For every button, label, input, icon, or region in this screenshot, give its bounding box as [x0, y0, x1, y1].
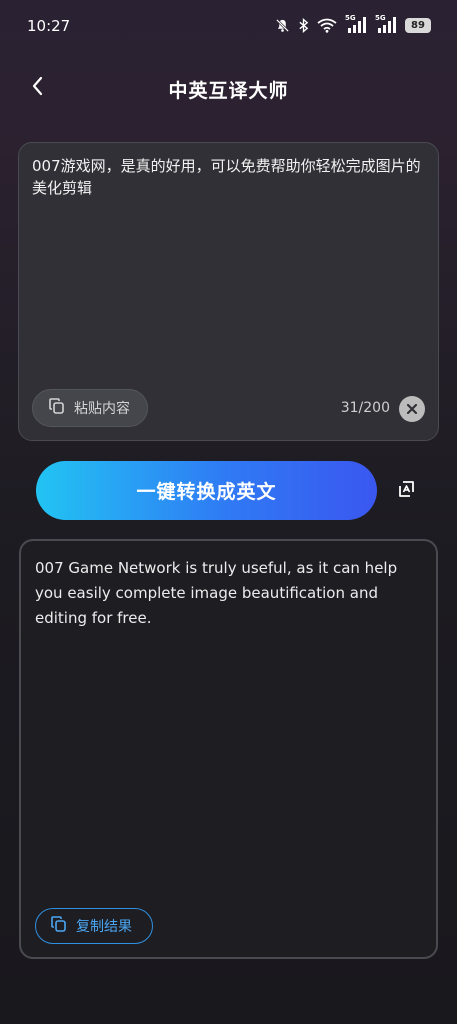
source-text-input[interactable]: 007游戏网，是真的好用，可以免费帮助你轻松完成图片的美化剪辑: [32, 155, 428, 199]
result-text: 007 Game Network is truly useful, as it …: [35, 559, 398, 627]
result-output-card: 007 Game Network is truly useful, as it …: [19, 539, 438, 959]
paste-button[interactable]: 粘贴内容: [32, 389, 148, 427]
close-icon: [406, 400, 418, 419]
copy-result-label: 复制结果: [76, 919, 132, 935]
convert-to-english-button[interactable]: 一键转换成英文: [36, 461, 377, 520]
swap-icon: [395, 478, 417, 504]
wifi-icon: [317, 18, 337, 33]
page-title: 中英互译大师: [168, 80, 289, 102]
swap-button[interactable]: [392, 477, 420, 505]
signal-icon: 5G: [345, 14, 367, 34]
copy-icon: [48, 397, 66, 419]
bell-muted-icon: [275, 18, 290, 33]
signal-icon: 5G: [375, 14, 397, 34]
clear-button[interactable]: [399, 396, 425, 422]
status-icons: 5G 5G 89: [275, 14, 431, 34]
bluetooth-icon: [298, 17, 309, 33]
status-bar: 10:27 5G 5G 89: [0, 0, 457, 52]
char-count: 31/200: [340, 400, 390, 416]
nav-bar: 中英互译大师: [0, 66, 457, 110]
source-input-card[interactable]: 007游戏网，是真的好用，可以免费帮助你轻松完成图片的美化剪辑 粘贴内容 31/…: [18, 142, 439, 441]
copy-result-button[interactable]: 复制结果: [35, 908, 153, 944]
copy-icon: [50, 915, 68, 937]
battery-icon: 89: [405, 17, 431, 33]
status-time: 10:27: [27, 17, 71, 35]
paste-button-label: 粘贴内容: [74, 401, 130, 417]
